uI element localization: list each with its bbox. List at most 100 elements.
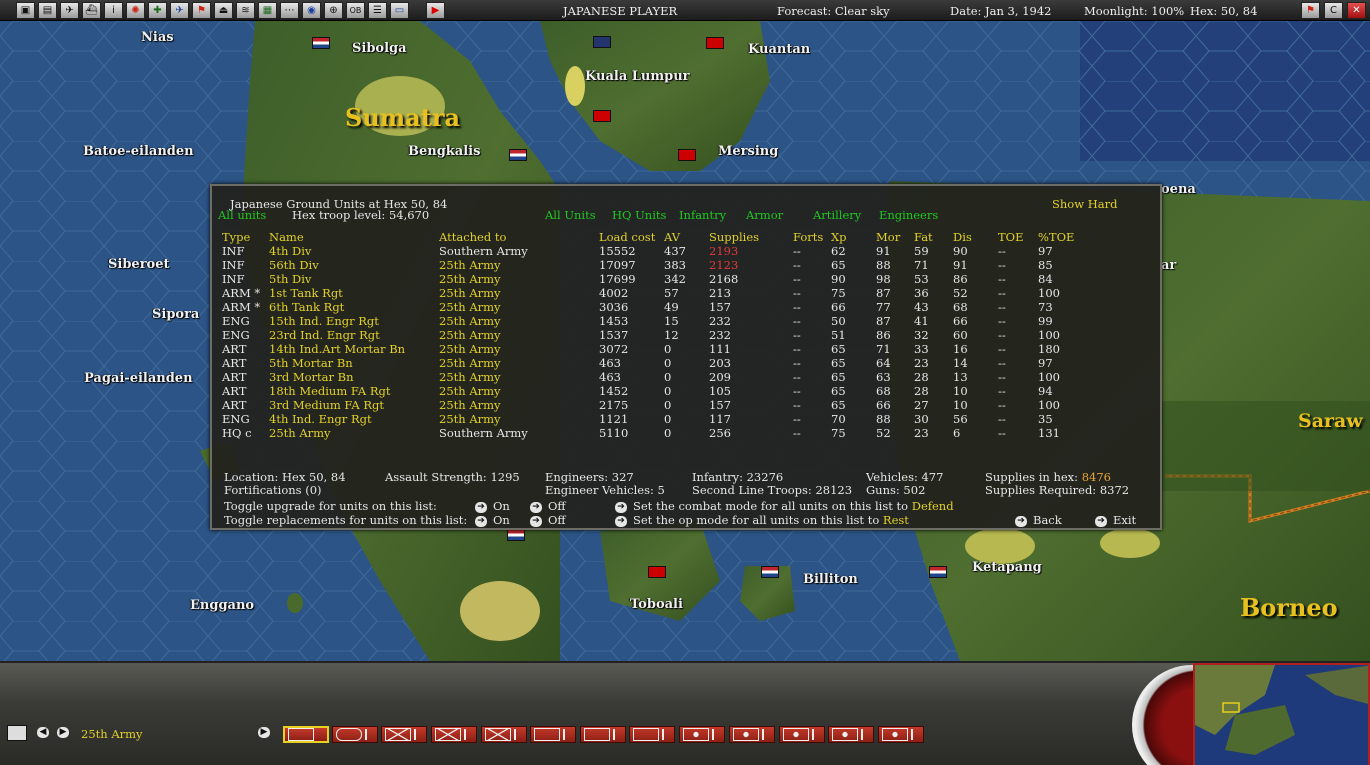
cell-attached[interactable]: 25th Army xyxy=(439,356,599,370)
col-ptoe[interactable]: %TOE xyxy=(1038,230,1078,244)
unit-counter-artillery[interactable] xyxy=(679,726,725,743)
dutch-flag-icon[interactable] xyxy=(509,149,527,161)
japanese-flag-icon[interactable] xyxy=(593,110,611,122)
unit-counter-artillery[interactable] xyxy=(828,726,874,743)
cell-attached[interactable]: 25th Army xyxy=(439,342,599,356)
cell-attached[interactable]: 25th Army xyxy=(439,286,599,300)
cell-name[interactable]: 4th Ind. Engr Rgt xyxy=(269,412,439,426)
ob-icon[interactable]: OB xyxy=(346,2,365,19)
cell-attached[interactable]: Southern Army xyxy=(439,426,599,440)
unit-counter-engineer[interactable] xyxy=(629,726,675,743)
globe-icon[interactable]: ◉ xyxy=(302,2,321,19)
map-icon[interactable]: ▦ xyxy=(258,2,277,19)
cell-name[interactable]: 23rd Ind. Engr Rgt xyxy=(269,328,439,342)
col-load[interactable]: Load cost xyxy=(599,230,664,244)
base-icon[interactable]: ⏏ xyxy=(214,2,233,19)
c-icon[interactable]: C xyxy=(1324,2,1343,19)
unit-row[interactable]: INF 5th Div 25th Army 17699 342 2168 -- 90 98 53 8… xyxy=(222,272,1078,286)
previous-unit-icon[interactable]: ◀ xyxy=(37,727,49,738)
info-icon[interactable]: i xyxy=(104,2,123,19)
col-mor[interactable]: Mor xyxy=(876,230,914,244)
end-turn-icon[interactable]: ▶ xyxy=(426,2,445,19)
selected-unit-name[interactable]: 25th Army xyxy=(81,727,143,741)
unit-row[interactable]: ARM * 1st Tank Rgt 25th Army 4002 57 213 -- 75 8… xyxy=(222,286,1078,300)
british-flag-icon[interactable] xyxy=(593,36,611,48)
col-name[interactable]: Name xyxy=(269,230,439,244)
ship-icon[interactable]: ⛴ xyxy=(82,2,101,19)
screen-icon[interactable]: ▭ xyxy=(390,2,409,19)
cell-name[interactable]: 5th Mortar Bn xyxy=(269,356,439,370)
exit-button[interactable]: ➔ Exit xyxy=(1095,513,1136,527)
cell-name[interactable]: 1st Tank Rgt xyxy=(269,286,439,300)
japanese-flag-icon[interactable] xyxy=(706,37,724,49)
col-fat[interactable]: Fat xyxy=(914,230,953,244)
col-toe[interactable]: TOE xyxy=(998,230,1038,244)
unit-row[interactable]: ART 5th Mortar Bn 25th Army 463 0 203 -- 65 64 23… xyxy=(222,356,1078,370)
filter-artillery[interactable]: Artillery xyxy=(813,208,861,222)
cell-name[interactable]: 6th Tank Rgt xyxy=(269,300,439,314)
unit-row[interactable]: ART 14th Ind.Art Mortar Bn 25th Army 3072 0 1… xyxy=(222,342,1078,356)
unit-counter-artillery[interactable] xyxy=(878,726,924,743)
cell-name[interactable]: 18th Medium FA Rgt xyxy=(269,384,439,398)
japanese-flag-icon[interactable] xyxy=(648,566,666,578)
unit-counter-engineer[interactable] xyxy=(580,726,626,743)
filter-engineers[interactable]: Engineers xyxy=(879,208,938,222)
col-forts[interactable]: Forts xyxy=(793,230,831,244)
col-dis[interactable]: Dis xyxy=(953,230,998,244)
cell-attached[interactable]: 25th Army xyxy=(439,300,599,314)
cell-attached[interactable]: 25th Army xyxy=(439,328,599,342)
unit-row[interactable]: ART 3rd Mortar Bn 25th Army 463 0 209 -- 65 63 28… xyxy=(222,370,1078,384)
unit-row[interactable]: ENG 4th Ind. Engr Rgt 25th Army 1121 0 117 -- 7… xyxy=(222,412,1078,426)
sub-icon[interactable]: ≋ xyxy=(236,2,255,19)
list-icon[interactable]: ☰ xyxy=(368,2,387,19)
filter-all-units[interactable]: All Units xyxy=(545,208,596,222)
window-icon[interactable]: ▣ xyxy=(16,2,35,19)
cell-name[interactable]: 4th Div xyxy=(269,244,439,258)
col-attached[interactable]: Attached to xyxy=(439,230,599,244)
unit-counter-infantry[interactable] xyxy=(381,726,427,743)
unit-row[interactable]: ART 18th Medium FA Rgt 25th Army 1452 0 105 --… xyxy=(222,384,1078,398)
air-transfer-icon[interactable]: ⊕ xyxy=(324,2,343,19)
all-units-filter-left[interactable]: All units xyxy=(218,208,266,222)
unit-counter-armor[interactable] xyxy=(332,726,378,743)
col-xp[interactable]: Xp xyxy=(831,230,876,244)
filter-hq-units[interactable]: HQ Units xyxy=(612,208,666,222)
unit-row[interactable]: HQ c 25th Army Southern Army 5110 0 256 -- 75 52… xyxy=(222,426,1078,440)
cell-attached[interactable]: 25th Army xyxy=(439,412,599,426)
show-hard-button[interactable]: Show Hard xyxy=(1052,197,1117,211)
cell-attached[interactable]: 25th Army xyxy=(439,398,599,412)
cell-attached[interactable]: 25th Army xyxy=(439,272,599,286)
minimap[interactable] xyxy=(1193,663,1370,765)
cell-name[interactable]: 3rd Medium FA Rgt xyxy=(269,398,439,412)
cell-attached[interactable]: 25th Army xyxy=(439,384,599,398)
dutch-flag-icon[interactable] xyxy=(312,37,330,49)
cell-attached[interactable]: 25th Army xyxy=(439,314,599,328)
unit-row[interactable]: INF 4th Div Southern Army 15552 437 2193 -- 62 9… xyxy=(222,244,1078,258)
upgrade-off-button[interactable]: ➔ Off xyxy=(530,499,566,513)
cell-name[interactable]: 5th Div xyxy=(269,272,439,286)
next-unit-icon[interactable]: ▶ xyxy=(57,727,69,738)
replacements-off-button[interactable]: ➔ Off xyxy=(530,513,566,527)
report-icon[interactable]: ▤ xyxy=(38,2,57,19)
cell-attached[interactable]: 25th Army xyxy=(439,258,599,272)
unit-counter-hq[interactable] xyxy=(283,726,329,743)
upgrade-on-button[interactable]: ➔ On xyxy=(475,499,510,513)
dutch-flag-icon[interactable] xyxy=(761,566,779,578)
col-type[interactable]: Type xyxy=(222,230,269,244)
flag-icon[interactable]: ⚑ xyxy=(1301,2,1320,19)
rising-sun-icon[interactable]: ✺ xyxy=(126,2,145,19)
dutch-flag-icon[interactable] xyxy=(929,566,947,578)
flag-icon[interactable]: ⚑ xyxy=(192,2,211,19)
air-unit-icon[interactable]: ✚ xyxy=(148,2,167,19)
unit-row[interactable]: ENG 23rd Ind. Engr Rgt 25th Army 1537 12 232 -… xyxy=(222,328,1078,342)
close-icon[interactable]: ✕ xyxy=(1347,2,1366,19)
combat-mode-button[interactable]: ➔ Set the combat mode for all units on th… xyxy=(615,499,954,513)
japanese-flag-icon[interactable] xyxy=(678,149,696,161)
unit-row[interactable]: ART 3rd Medium FA Rgt 25th Army 2175 0 157 -- 6… xyxy=(222,398,1078,412)
cell-name[interactable]: 3rd Mortar Bn xyxy=(269,370,439,384)
cell-name[interactable]: 15th Ind. Engr Rgt xyxy=(269,314,439,328)
unit-counter-engineer[interactable] xyxy=(530,726,576,743)
cell-attached[interactable]: 25th Army xyxy=(439,370,599,384)
convoy-icon[interactable]: ⋯ xyxy=(280,2,299,19)
unit-row[interactable]: ARM * 6th Tank Rgt 25th Army 3036 49 157 -- 66 7… xyxy=(222,300,1078,314)
